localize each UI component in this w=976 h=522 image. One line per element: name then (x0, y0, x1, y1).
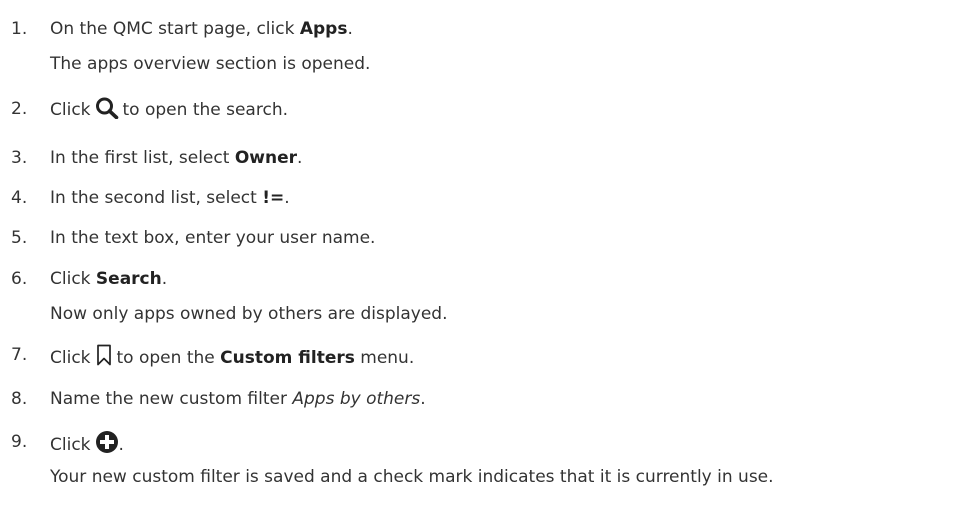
step-number: 6. (11, 269, 28, 289)
text-segment: menu. (354, 348, 415, 368)
step-number: 8. (11, 389, 28, 409)
step-text: Name the new custom filter Apps by other… (50, 387, 426, 411)
text-segment: . (347, 19, 353, 39)
text-segment: Name the new custom filter (50, 389, 293, 409)
step-number: 9. (11, 432, 28, 452)
ui-term: Owner (234, 148, 297, 168)
step-text: In the first list, select Owner. (50, 146, 302, 170)
text-segment: Click (50, 435, 91, 455)
step-number: 1. (11, 19, 28, 39)
text-segment: . (118, 435, 124, 455)
text-segment: Click (50, 100, 91, 120)
step-number: 2. (11, 99, 28, 119)
text-segment: . (297, 148, 303, 168)
text-segment: to open the (116, 348, 221, 368)
step-number: 3. (11, 148, 28, 168)
step-number: 4. (11, 188, 28, 208)
search-icon (95, 97, 119, 119)
text-segment: . (284, 188, 290, 208)
ui-term: Search (95, 269, 162, 289)
step-text: In the second list, select !=. (50, 186, 290, 210)
text-segment: to open the search. (122, 100, 288, 120)
step-number: 7. (11, 345, 28, 365)
step-result: Now only apps owned by others are displa… (50, 304, 448, 324)
text-segment: . (420, 389, 426, 409)
step-result: The apps overview section is opened. (50, 54, 371, 74)
step-text: Click. (50, 430, 124, 457)
text-segment: . (161, 269, 168, 289)
text-segment: In the second list, select (50, 188, 263, 208)
instruction-steps: 1. On the QMC start page, click Apps. Th… (0, 0, 976, 522)
step-text: In the text box, enter your user name. (50, 228, 376, 248)
ui-term: != (262, 188, 285, 208)
step-number: 5. (11, 228, 28, 248)
text-segment: On the QMC start page, click (50, 19, 300, 39)
text-segment: In the first list, select (50, 148, 235, 168)
step-text: Click Search. (50, 267, 167, 291)
step-text: Click to open the search. (50, 97, 288, 122)
ui-term: Custom filters (220, 348, 355, 368)
filter-name: Apps by others (292, 389, 421, 409)
bookmark-icon (95, 343, 113, 367)
ui-term: Apps (299, 19, 348, 39)
step-text: Click to open the Custom filters menu. (50, 343, 414, 370)
step-result: Your new custom filter is saved and a ch… (50, 467, 774, 487)
add-circle-icon (95, 430, 119, 454)
text-segment: Click (50, 348, 91, 368)
step-text: On the QMC start page, click Apps. (50, 17, 353, 41)
text-segment: Click (50, 269, 96, 289)
